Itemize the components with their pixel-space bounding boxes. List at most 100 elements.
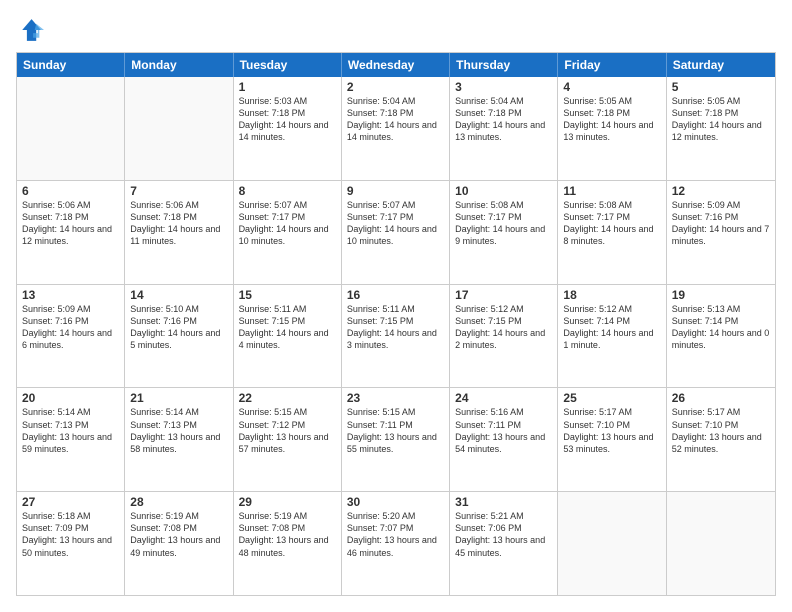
cal-cell-9: 9Sunrise: 5:07 AMSunset: 7:17 PMDaylight… <box>342 181 450 284</box>
cal-cell-15: 15Sunrise: 5:11 AMSunset: 7:15 PMDayligh… <box>234 285 342 388</box>
cell-info: Sunrise: 5:08 AMSunset: 7:17 PMDaylight:… <box>455 199 552 248</box>
cell-info: Sunrise: 5:21 AMSunset: 7:06 PMDaylight:… <box>455 510 552 559</box>
day-number: 21 <box>130 391 227 405</box>
cal-cell-11: 11Sunrise: 5:08 AMSunset: 7:17 PMDayligh… <box>558 181 666 284</box>
logo <box>16 16 48 44</box>
col-header-thursday: Thursday <box>450 53 558 77</box>
cal-cell-6: 6Sunrise: 5:06 AMSunset: 7:18 PMDaylight… <box>17 181 125 284</box>
cal-cell-8: 8Sunrise: 5:07 AMSunset: 7:17 PMDaylight… <box>234 181 342 284</box>
cell-info: Sunrise: 5:13 AMSunset: 7:14 PMDaylight:… <box>672 303 770 352</box>
cal-cell-13: 13Sunrise: 5:09 AMSunset: 7:16 PMDayligh… <box>17 285 125 388</box>
logo-icon <box>16 16 44 44</box>
cell-info: Sunrise: 5:10 AMSunset: 7:16 PMDaylight:… <box>130 303 227 352</box>
day-number: 9 <box>347 184 444 198</box>
cal-cell-31: 31Sunrise: 5:21 AMSunset: 7:06 PMDayligh… <box>450 492 558 595</box>
day-number: 3 <box>455 80 552 94</box>
day-number: 2 <box>347 80 444 94</box>
cal-cell-26: 26Sunrise: 5:17 AMSunset: 7:10 PMDayligh… <box>667 388 775 491</box>
cal-cell-empty-4-6 <box>667 492 775 595</box>
cal-cell-24: 24Sunrise: 5:16 AMSunset: 7:11 PMDayligh… <box>450 388 558 491</box>
calendar: SundayMondayTuesdayWednesdayThursdayFrid… <box>16 52 776 596</box>
day-number: 24 <box>455 391 552 405</box>
cell-info: Sunrise: 5:17 AMSunset: 7:10 PMDaylight:… <box>563 406 660 455</box>
day-number: 28 <box>130 495 227 509</box>
col-header-tuesday: Tuesday <box>234 53 342 77</box>
cell-info: Sunrise: 5:04 AMSunset: 7:18 PMDaylight:… <box>347 95 444 144</box>
day-number: 6 <box>22 184 119 198</box>
cal-cell-19: 19Sunrise: 5:13 AMSunset: 7:14 PMDayligh… <box>667 285 775 388</box>
cell-info: Sunrise: 5:11 AMSunset: 7:15 PMDaylight:… <box>347 303 444 352</box>
day-number: 10 <box>455 184 552 198</box>
day-number: 5 <box>672 80 770 94</box>
cal-cell-17: 17Sunrise: 5:12 AMSunset: 7:15 PMDayligh… <box>450 285 558 388</box>
cal-cell-7: 7Sunrise: 5:06 AMSunset: 7:18 PMDaylight… <box>125 181 233 284</box>
week-row-3: 20Sunrise: 5:14 AMSunset: 7:13 PMDayligh… <box>17 388 775 492</box>
day-number: 31 <box>455 495 552 509</box>
cal-cell-30: 30Sunrise: 5:20 AMSunset: 7:07 PMDayligh… <box>342 492 450 595</box>
cal-cell-10: 10Sunrise: 5:08 AMSunset: 7:17 PMDayligh… <box>450 181 558 284</box>
cell-info: Sunrise: 5:09 AMSunset: 7:16 PMDaylight:… <box>672 199 770 248</box>
cell-info: Sunrise: 5:04 AMSunset: 7:18 PMDaylight:… <box>455 95 552 144</box>
day-number: 27 <box>22 495 119 509</box>
cal-cell-5: 5Sunrise: 5:05 AMSunset: 7:18 PMDaylight… <box>667 77 775 180</box>
day-number: 22 <box>239 391 336 405</box>
cal-cell-2: 2Sunrise: 5:04 AMSunset: 7:18 PMDaylight… <box>342 77 450 180</box>
cell-info: Sunrise: 5:20 AMSunset: 7:07 PMDaylight:… <box>347 510 444 559</box>
cell-info: Sunrise: 5:06 AMSunset: 7:18 PMDaylight:… <box>130 199 227 248</box>
cell-info: Sunrise: 5:14 AMSunset: 7:13 PMDaylight:… <box>130 406 227 455</box>
day-number: 25 <box>563 391 660 405</box>
page: SundayMondayTuesdayWednesdayThursdayFrid… <box>0 0 792 612</box>
cal-cell-28: 28Sunrise: 5:19 AMSunset: 7:08 PMDayligh… <box>125 492 233 595</box>
col-header-saturday: Saturday <box>667 53 775 77</box>
cell-info: Sunrise: 5:05 AMSunset: 7:18 PMDaylight:… <box>672 95 770 144</box>
day-number: 4 <box>563 80 660 94</box>
cell-info: Sunrise: 5:14 AMSunset: 7:13 PMDaylight:… <box>22 406 119 455</box>
day-number: 30 <box>347 495 444 509</box>
cell-info: Sunrise: 5:12 AMSunset: 7:14 PMDaylight:… <box>563 303 660 352</box>
day-number: 17 <box>455 288 552 302</box>
week-row-1: 6Sunrise: 5:06 AMSunset: 7:18 PMDaylight… <box>17 181 775 285</box>
cell-info: Sunrise: 5:18 AMSunset: 7:09 PMDaylight:… <box>22 510 119 559</box>
cal-cell-empty-0-1 <box>125 77 233 180</box>
cal-cell-21: 21Sunrise: 5:14 AMSunset: 7:13 PMDayligh… <box>125 388 233 491</box>
cal-cell-22: 22Sunrise: 5:15 AMSunset: 7:12 PMDayligh… <box>234 388 342 491</box>
day-number: 8 <box>239 184 336 198</box>
cal-cell-12: 12Sunrise: 5:09 AMSunset: 7:16 PMDayligh… <box>667 181 775 284</box>
cell-info: Sunrise: 5:03 AMSunset: 7:18 PMDaylight:… <box>239 95 336 144</box>
day-number: 1 <box>239 80 336 94</box>
cell-info: Sunrise: 5:19 AMSunset: 7:08 PMDaylight:… <box>130 510 227 559</box>
cell-info: Sunrise: 5:08 AMSunset: 7:17 PMDaylight:… <box>563 199 660 248</box>
col-header-sunday: Sunday <box>17 53 125 77</box>
col-header-wednesday: Wednesday <box>342 53 450 77</box>
day-number: 11 <box>563 184 660 198</box>
cell-info: Sunrise: 5:07 AMSunset: 7:17 PMDaylight:… <box>239 199 336 248</box>
header <box>16 16 776 44</box>
cell-info: Sunrise: 5:15 AMSunset: 7:11 PMDaylight:… <box>347 406 444 455</box>
cell-info: Sunrise: 5:19 AMSunset: 7:08 PMDaylight:… <box>239 510 336 559</box>
day-number: 26 <box>672 391 770 405</box>
day-number: 12 <box>672 184 770 198</box>
cell-info: Sunrise: 5:06 AMSunset: 7:18 PMDaylight:… <box>22 199 119 248</box>
cal-cell-18: 18Sunrise: 5:12 AMSunset: 7:14 PMDayligh… <box>558 285 666 388</box>
week-row-4: 27Sunrise: 5:18 AMSunset: 7:09 PMDayligh… <box>17 492 775 595</box>
calendar-header-row: SundayMondayTuesdayWednesdayThursdayFrid… <box>17 53 775 77</box>
cell-info: Sunrise: 5:05 AMSunset: 7:18 PMDaylight:… <box>563 95 660 144</box>
day-number: 20 <box>22 391 119 405</box>
calendar-body: 1Sunrise: 5:03 AMSunset: 7:18 PMDaylight… <box>17 77 775 595</box>
cal-cell-empty-4-5 <box>558 492 666 595</box>
cell-info: Sunrise: 5:16 AMSunset: 7:11 PMDaylight:… <box>455 406 552 455</box>
day-number: 18 <box>563 288 660 302</box>
cell-info: Sunrise: 5:09 AMSunset: 7:16 PMDaylight:… <box>22 303 119 352</box>
cell-info: Sunrise: 5:12 AMSunset: 7:15 PMDaylight:… <box>455 303 552 352</box>
cal-cell-29: 29Sunrise: 5:19 AMSunset: 7:08 PMDayligh… <box>234 492 342 595</box>
cal-cell-empty-0-0 <box>17 77 125 180</box>
cell-info: Sunrise: 5:07 AMSunset: 7:17 PMDaylight:… <box>347 199 444 248</box>
day-number: 23 <box>347 391 444 405</box>
cal-cell-16: 16Sunrise: 5:11 AMSunset: 7:15 PMDayligh… <box>342 285 450 388</box>
day-number: 15 <box>239 288 336 302</box>
cal-cell-20: 20Sunrise: 5:14 AMSunset: 7:13 PMDayligh… <box>17 388 125 491</box>
cell-info: Sunrise: 5:17 AMSunset: 7:10 PMDaylight:… <box>672 406 770 455</box>
cal-cell-23: 23Sunrise: 5:15 AMSunset: 7:11 PMDayligh… <box>342 388 450 491</box>
day-number: 13 <box>22 288 119 302</box>
col-header-monday: Monday <box>125 53 233 77</box>
